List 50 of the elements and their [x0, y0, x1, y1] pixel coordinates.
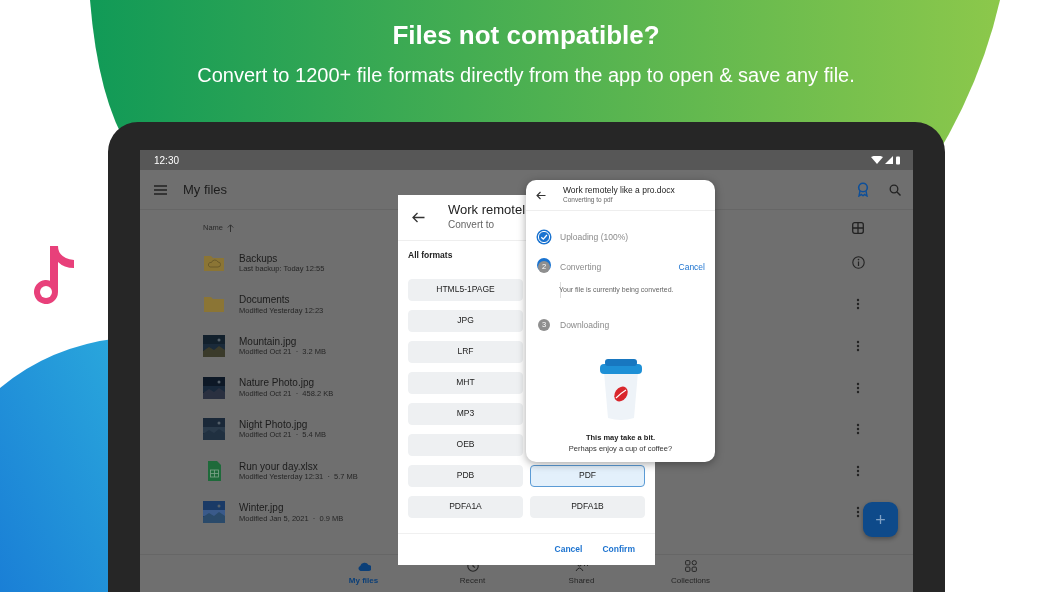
back-icon[interactable] [412, 212, 425, 223]
collections-icon [684, 560, 697, 572]
format-option[interactable]: JPG [408, 309, 523, 332]
headline: Files not compatible? [391, 19, 661, 52]
confirm-button[interactable]: Confirm [594, 541, 643, 558]
file-name[interactable]: Backups [239, 252, 325, 265]
file-name[interactable]: Run your day.xlsx [239, 460, 358, 472]
format-option[interactable]: PDF [530, 464, 645, 487]
format-option[interactable]: LRF [408, 340, 523, 363]
cancel-button[interactable]: Cancel [678, 260, 705, 274]
sort-arrow-icon[interactable] [227, 224, 234, 232]
subheadline: Convert to 1200+ file formats directly from the app to open & save any file. [196, 63, 856, 88]
info-icon[interactable] [851, 256, 865, 270]
format-option[interactable]: MP3 [408, 402, 523, 425]
nav-tab[interactable]: Collections [636, 555, 745, 592]
format-option[interactable]: HTML5-1PAGE [408, 278, 523, 301]
format-option[interactable]: PDB [408, 464, 523, 487]
file-name[interactable]: Documents [239, 294, 324, 306]
format-option[interactable]: PDFA1B [530, 495, 645, 518]
format-option[interactable]: PDFA1A [408, 495, 523, 518]
menu-icon[interactable] [154, 184, 167, 195]
step-label: Downloading [560, 318, 610, 332]
format-option[interactable]: OEB [408, 433, 523, 456]
more-options-icon[interactable] [856, 506, 860, 519]
section-label: All formats [408, 249, 454, 262]
dialog-title: Work remotely like a pro.docx [563, 185, 675, 196]
format-option[interactable]: MHT [408, 371, 523, 394]
more-options-icon[interactable] [856, 423, 860, 436]
file-name[interactable]: Nature Photo.jpg [239, 377, 334, 389]
search-icon[interactable] [889, 183, 901, 196]
status-icons [871, 155, 901, 165]
more-options-icon[interactable] [856, 340, 860, 352]
file-name[interactable]: Winter.jpg [239, 502, 344, 514]
grid-view-icon[interactable] [852, 222, 864, 234]
dialog-title: Work remotel [448, 202, 526, 218]
status-time: 12:30 [154, 153, 180, 168]
more-options-icon[interactable] [856, 298, 860, 311]
more-options-icon[interactable] [856, 464, 860, 477]
step-label: Converting [560, 260, 602, 274]
step-label: Uploading (100%) [560, 230, 629, 244]
cancel-button[interactable]: Cancel [546, 541, 591, 558]
back-icon[interactable] [536, 190, 546, 200]
file-name[interactable]: Mountain.jpg [239, 335, 327, 348]
file-name[interactable]: Night Photo.jpg [239, 418, 327, 431]
more-options-icon[interactable] [856, 381, 860, 394]
add-button[interactable]: + [863, 502, 898, 537]
dialog-subtitle: Convert to [448, 218, 496, 233]
app-title: My files [183, 180, 228, 199]
cloud-icon [356, 560, 371, 572]
coffee-cup-drawing [597, 358, 644, 422]
